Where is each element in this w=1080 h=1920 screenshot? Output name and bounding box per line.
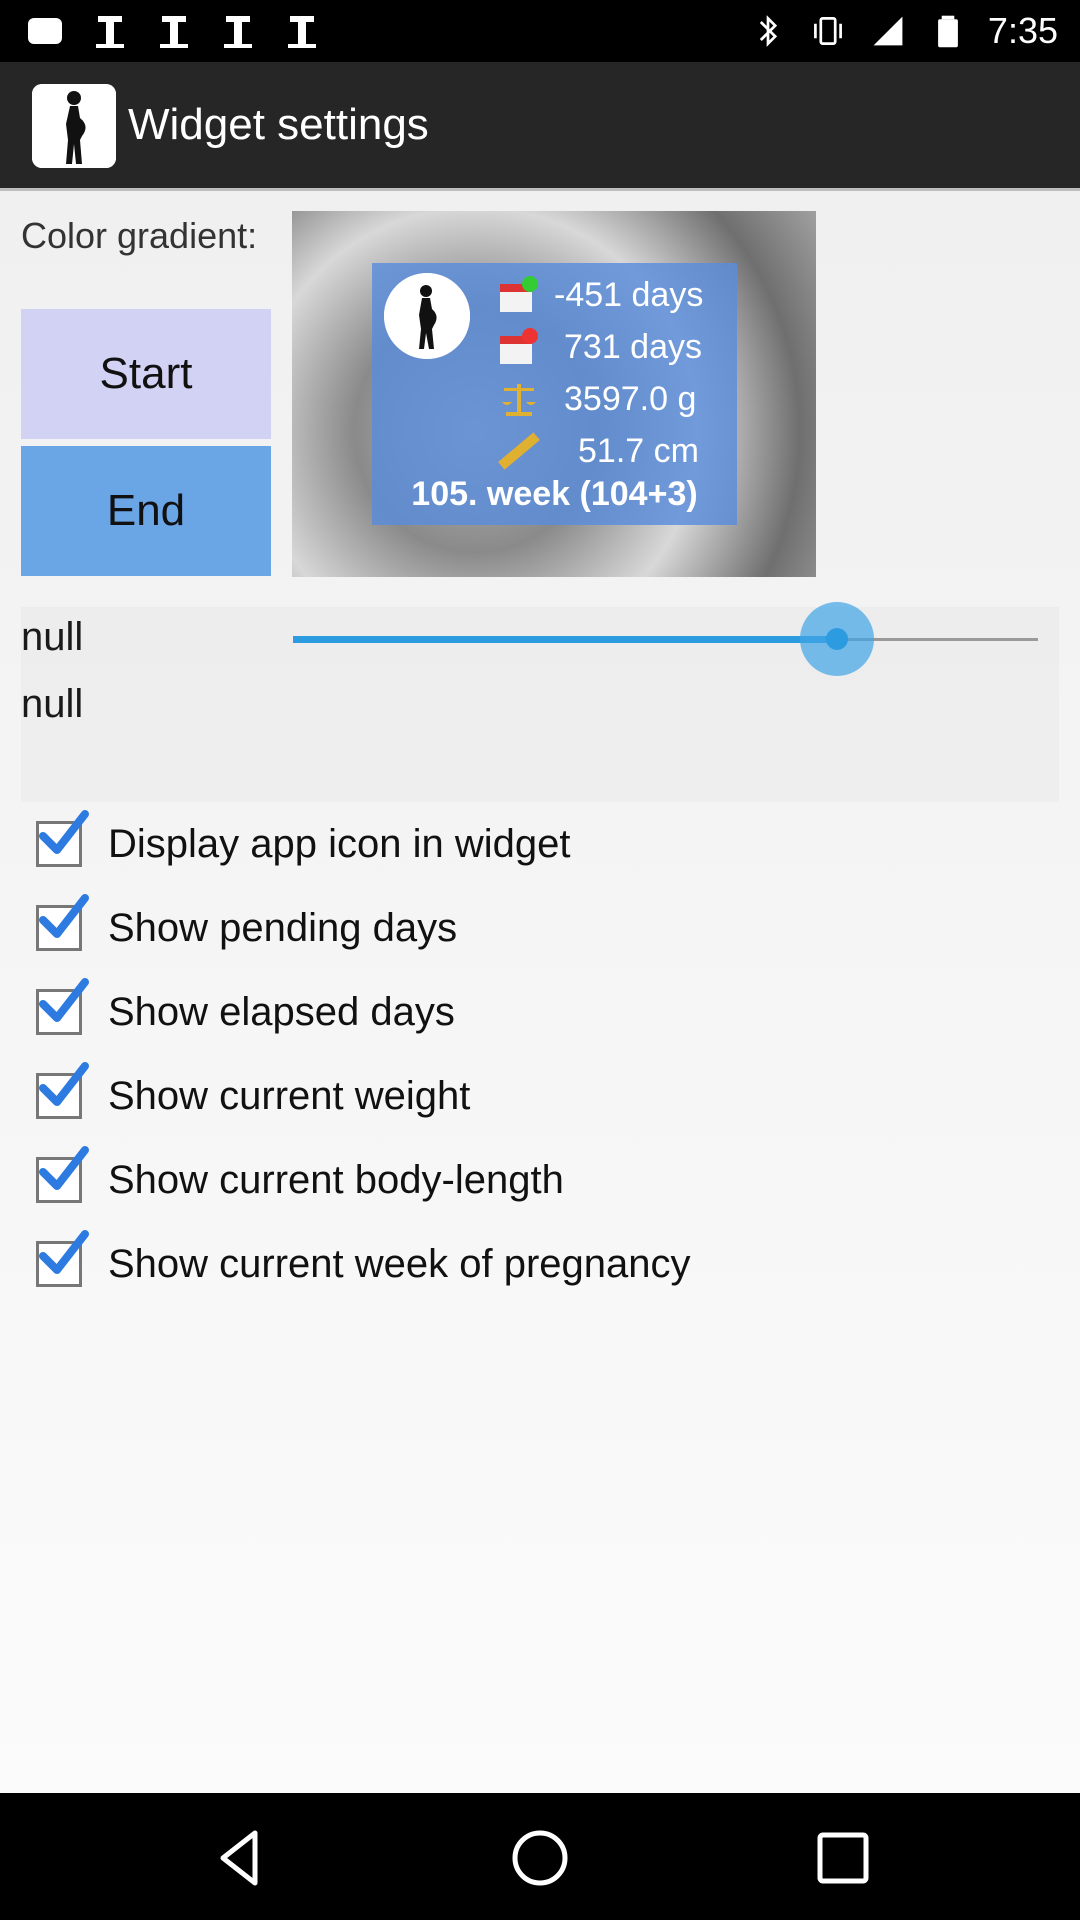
notification-icon bbox=[28, 18, 62, 44]
page-title: Widget settings bbox=[128, 100, 429, 149]
option-label: Show pending days bbox=[108, 905, 458, 950]
checkbox[interactable] bbox=[36, 978, 89, 1035]
option-label: Display app icon in widget bbox=[108, 821, 571, 866]
notification-icons bbox=[26, 14, 322, 50]
ruler-icon bbox=[498, 432, 540, 470]
slider-fill bbox=[293, 636, 837, 643]
slider-handle-center bbox=[825, 628, 848, 650]
notification-icon bbox=[288, 16, 316, 48]
status-icons: 7:35 bbox=[748, 10, 1058, 52]
signal-icon bbox=[873, 16, 903, 46]
clock: 7:35 bbox=[987, 10, 1058, 51]
checkmark-icon bbox=[39, 1062, 89, 1106]
checkmark-icon bbox=[39, 894, 89, 938]
weight-row: 3597.0 g bbox=[498, 377, 696, 421]
checkmark-icon bbox=[39, 810, 89, 854]
status-bar: 7:35 bbox=[0, 0, 1080, 62]
battery-icon bbox=[938, 15, 958, 48]
gradient-start-button[interactable]: Start bbox=[21, 309, 271, 439]
checkmark-icon bbox=[39, 1230, 89, 1274]
notification-icon bbox=[160, 16, 188, 48]
back-icon[interactable] bbox=[205, 1823, 275, 1893]
pregnant-silhouette-icon bbox=[384, 273, 470, 359]
option-label: Show current week of pregnancy bbox=[108, 1241, 691, 1286]
navigation-bar bbox=[0, 1793, 1080, 1920]
vibrate-icon bbox=[813, 17, 842, 45]
length-row: 51.7 cm bbox=[498, 429, 699, 473]
scale-icon bbox=[502, 384, 536, 416]
elapsed-days-row: 731 days bbox=[498, 325, 702, 369]
widget-preview-box: -451 days 731 days 3597.0 g 51.7 cm 105.… bbox=[372, 263, 737, 525]
option-row[interactable]: Show current body-length bbox=[36, 1146, 564, 1210]
pending-days-row: -451 days bbox=[498, 273, 703, 317]
recents-icon[interactable] bbox=[808, 1823, 878, 1893]
color-gradient-label: Color gradient: bbox=[21, 215, 258, 256]
option-row[interactable]: Show elapsed days bbox=[36, 978, 455, 1042]
option-label: Show current weight bbox=[108, 1073, 471, 1118]
weight-value: 3597.0 g bbox=[564, 379, 697, 418]
calendar-x-icon bbox=[500, 328, 538, 364]
option-label: Show elapsed days bbox=[108, 989, 455, 1034]
widget-preview: -451 days 731 days 3597.0 g 51.7 cm 105.… bbox=[292, 211, 816, 577]
checkbox[interactable] bbox=[36, 810, 89, 867]
settings-content: Color gradient: Start End -451 days 731 … bbox=[0, 191, 1080, 1793]
slider-label-1: null bbox=[21, 615, 84, 659]
app-bar: Widget settings bbox=[0, 62, 1080, 191]
bluetooth-icon bbox=[759, 15, 778, 47]
checkmark-icon bbox=[39, 1146, 89, 1190]
option-row[interactable]: Show current week of pregnancy bbox=[36, 1230, 691, 1294]
length-value: 51.7 cm bbox=[578, 431, 699, 470]
checkbox[interactable] bbox=[36, 894, 89, 951]
option-row[interactable]: Show current weight bbox=[36, 1062, 471, 1126]
checkbox[interactable] bbox=[36, 1062, 89, 1119]
pending-days-value: -451 days bbox=[554, 275, 704, 314]
gradient-end-button[interactable]: End bbox=[21, 446, 271, 576]
checkbox[interactable] bbox=[36, 1146, 89, 1203]
slider-label-2: null bbox=[21, 682, 84, 726]
elapsed-days-value: 731 days bbox=[564, 327, 702, 366]
option-row[interactable]: Show pending days bbox=[36, 894, 458, 958]
checkmark-icon bbox=[39, 978, 89, 1022]
notification-icon bbox=[96, 16, 124, 48]
week-value: 105. week (104+3) bbox=[411, 475, 698, 513]
option-label: Show current body-length bbox=[108, 1157, 564, 1202]
option-row[interactable]: Display app icon in widget bbox=[36, 810, 571, 874]
home-icon[interactable] bbox=[505, 1823, 575, 1893]
calendar-plus-icon bbox=[500, 276, 538, 312]
notification-icon bbox=[224, 16, 252, 48]
pregnant-silhouette-icon bbox=[32, 84, 116, 168]
checkbox[interactable] bbox=[36, 1230, 89, 1287]
